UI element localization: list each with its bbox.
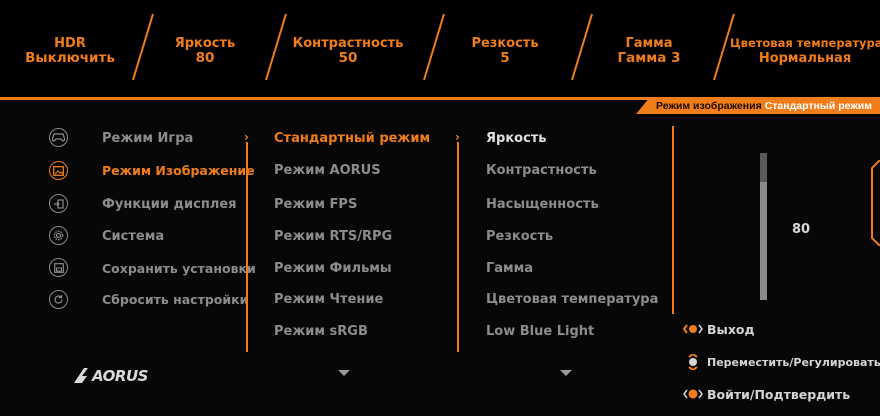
reset-icon [49,290,68,309]
status-sharpness: Резкость 5 [440,36,570,66]
mode-reading[interactable]: Режим Чтение [274,292,383,307]
status-gamma-value: Гамма 3 [617,50,681,66]
aorus-logo: AORUS [74,367,148,385]
status-hdr: HDR Выключить [5,36,135,66]
scroll-down-icon[interactable] [560,370,572,376]
status-gamma: Гамма Гамма 3 [584,36,714,66]
column-divider [457,142,459,352]
status-color-temp: Цветовая температура Нормальная [730,36,880,66]
hint-label: Войти/Подтвердить [707,386,851,402]
hint-label: Переместить/Регулировать [707,355,880,369]
setting-label: Контрастность [486,163,597,178]
status-brightness: Яркость 80 [140,36,270,66]
menu-item-label: Функции дисплея [102,197,237,212]
setting-label: Low Blue Light [486,324,595,339]
setting-brightness[interactable]: Яркость [486,131,547,146]
setting-label: Гамма [486,261,534,276]
setting-label: Насыщенность [486,197,599,212]
mode-label: Режим Фильмы [274,261,392,276]
menu-item-system[interactable]: Система [102,229,164,244]
setting-label: Яркость [486,131,547,146]
hint-label: Выход [707,321,755,337]
scroll-down-icon[interactable] [338,370,350,376]
hint-exit: Выход [683,321,755,337]
status-contrast-name: Контрастность [292,36,404,51]
mode-srgb[interactable]: Режим sRGB [274,324,368,339]
column-divider [672,126,674,314]
slider-value: 80 [792,222,811,237]
breadcrumb: Режим изображения Стандартный режим [636,97,880,114]
slider-fill [760,182,767,300]
mode-label: Режим AORUS [274,163,381,178]
setting-saturation[interactable]: Насыщенность [486,197,599,212]
status-gamma-name: Гамма [625,36,673,51]
menu-item-game-mode[interactable]: Режим Игра [102,131,193,146]
menu-item-picture-mode[interactable]: Режим Изображение [102,163,255,178]
status-contrast: Контрастность 50 [283,36,413,66]
menu-item-reset[interactable]: Сбросить настройки [102,292,248,307]
mode-label: Режим sRGB [274,324,368,339]
status-separator [713,13,735,81]
menu-item-save-settings[interactable]: Сохранить установки [102,261,256,276]
menu-item-label: Сбросить настройки [102,292,249,307]
setting-sharpness[interactable]: Резкость [486,229,553,244]
mode-fps[interactable]: Режим FPS [274,197,357,212]
menu-item-display[interactable]: Функции дисплея [102,197,237,212]
mode-aorus[interactable]: Режим AORUS [274,163,381,178]
mode-label: Стандартный режим [274,131,431,146]
gear-icon [49,226,68,245]
setting-contrast[interactable]: Контрастность [486,163,597,178]
dpad-updown-icon [688,354,698,370]
status-brightness-name: Яркость [174,36,236,51]
status-separator [265,13,287,81]
setting-label: Резкость [486,229,554,244]
status-hdr-value: Выключить [25,50,115,66]
dpad-press-icon [683,389,703,399]
status-sharpness-value: 5 [500,50,510,66]
menu-item-label: Режим Игра [102,131,194,146]
mode-movie[interactable]: Режим Фильмы [274,261,392,276]
column-divider [246,142,248,352]
mode-label: Режим RTS/RPG [274,229,393,244]
mode-label: Режим Чтение [274,292,384,307]
side-handle [871,160,880,246]
status-color-temp-value: Нормальная [758,51,852,66]
status-hdr-name: HDR [54,36,86,51]
hint-enter-confirm: Войти/Подтвердить [683,386,850,402]
menu-item-label: Сохранить установки [102,261,256,276]
status-bar: HDR Выключить Яркость 80 Контрастность 5… [0,0,880,97]
status-color-temp-name: Цветовая температура [730,36,880,50]
svg-text:AORUS: AORUS [91,367,148,385]
status-separator [423,13,445,81]
status-sharpness-name: Резкость [471,36,539,51]
menu-item-label: Система [102,229,165,244]
setting-gamma[interactable]: Гамма [486,261,533,276]
breadcrumb-label: Режим изображения [656,99,762,112]
picture-icon [49,161,68,180]
gamepad-icon [49,128,68,147]
hint-move-adjust: Переместить/Регулировать [683,354,880,370]
breadcrumb-value: Стандартный режим [764,99,872,112]
status-contrast-value: 50 [338,50,358,66]
status-separator [571,13,593,81]
status-brightness-value: 80 [195,50,215,66]
setting-low-blue-light[interactable]: Low Blue Light [486,324,594,339]
setting-label: Цветовая температура [486,292,659,307]
mode-label: Режим FPS [274,197,358,212]
display-input-icon [49,194,68,213]
save-icon [49,258,68,277]
setting-color-temp[interactable]: Цветовая температура [486,292,658,307]
mode-rts-rpg[interactable]: Режим RTS/RPG [274,229,392,244]
brightness-slider[interactable] [760,153,767,300]
dpad-left-icon [683,324,703,334]
mode-standard[interactable]: Стандартный режим [274,131,430,146]
monitor-osd: HDR Выключить Яркость 80 Контрастность 5… [0,0,880,416]
menu-item-label: Режим Изображение [102,163,255,178]
